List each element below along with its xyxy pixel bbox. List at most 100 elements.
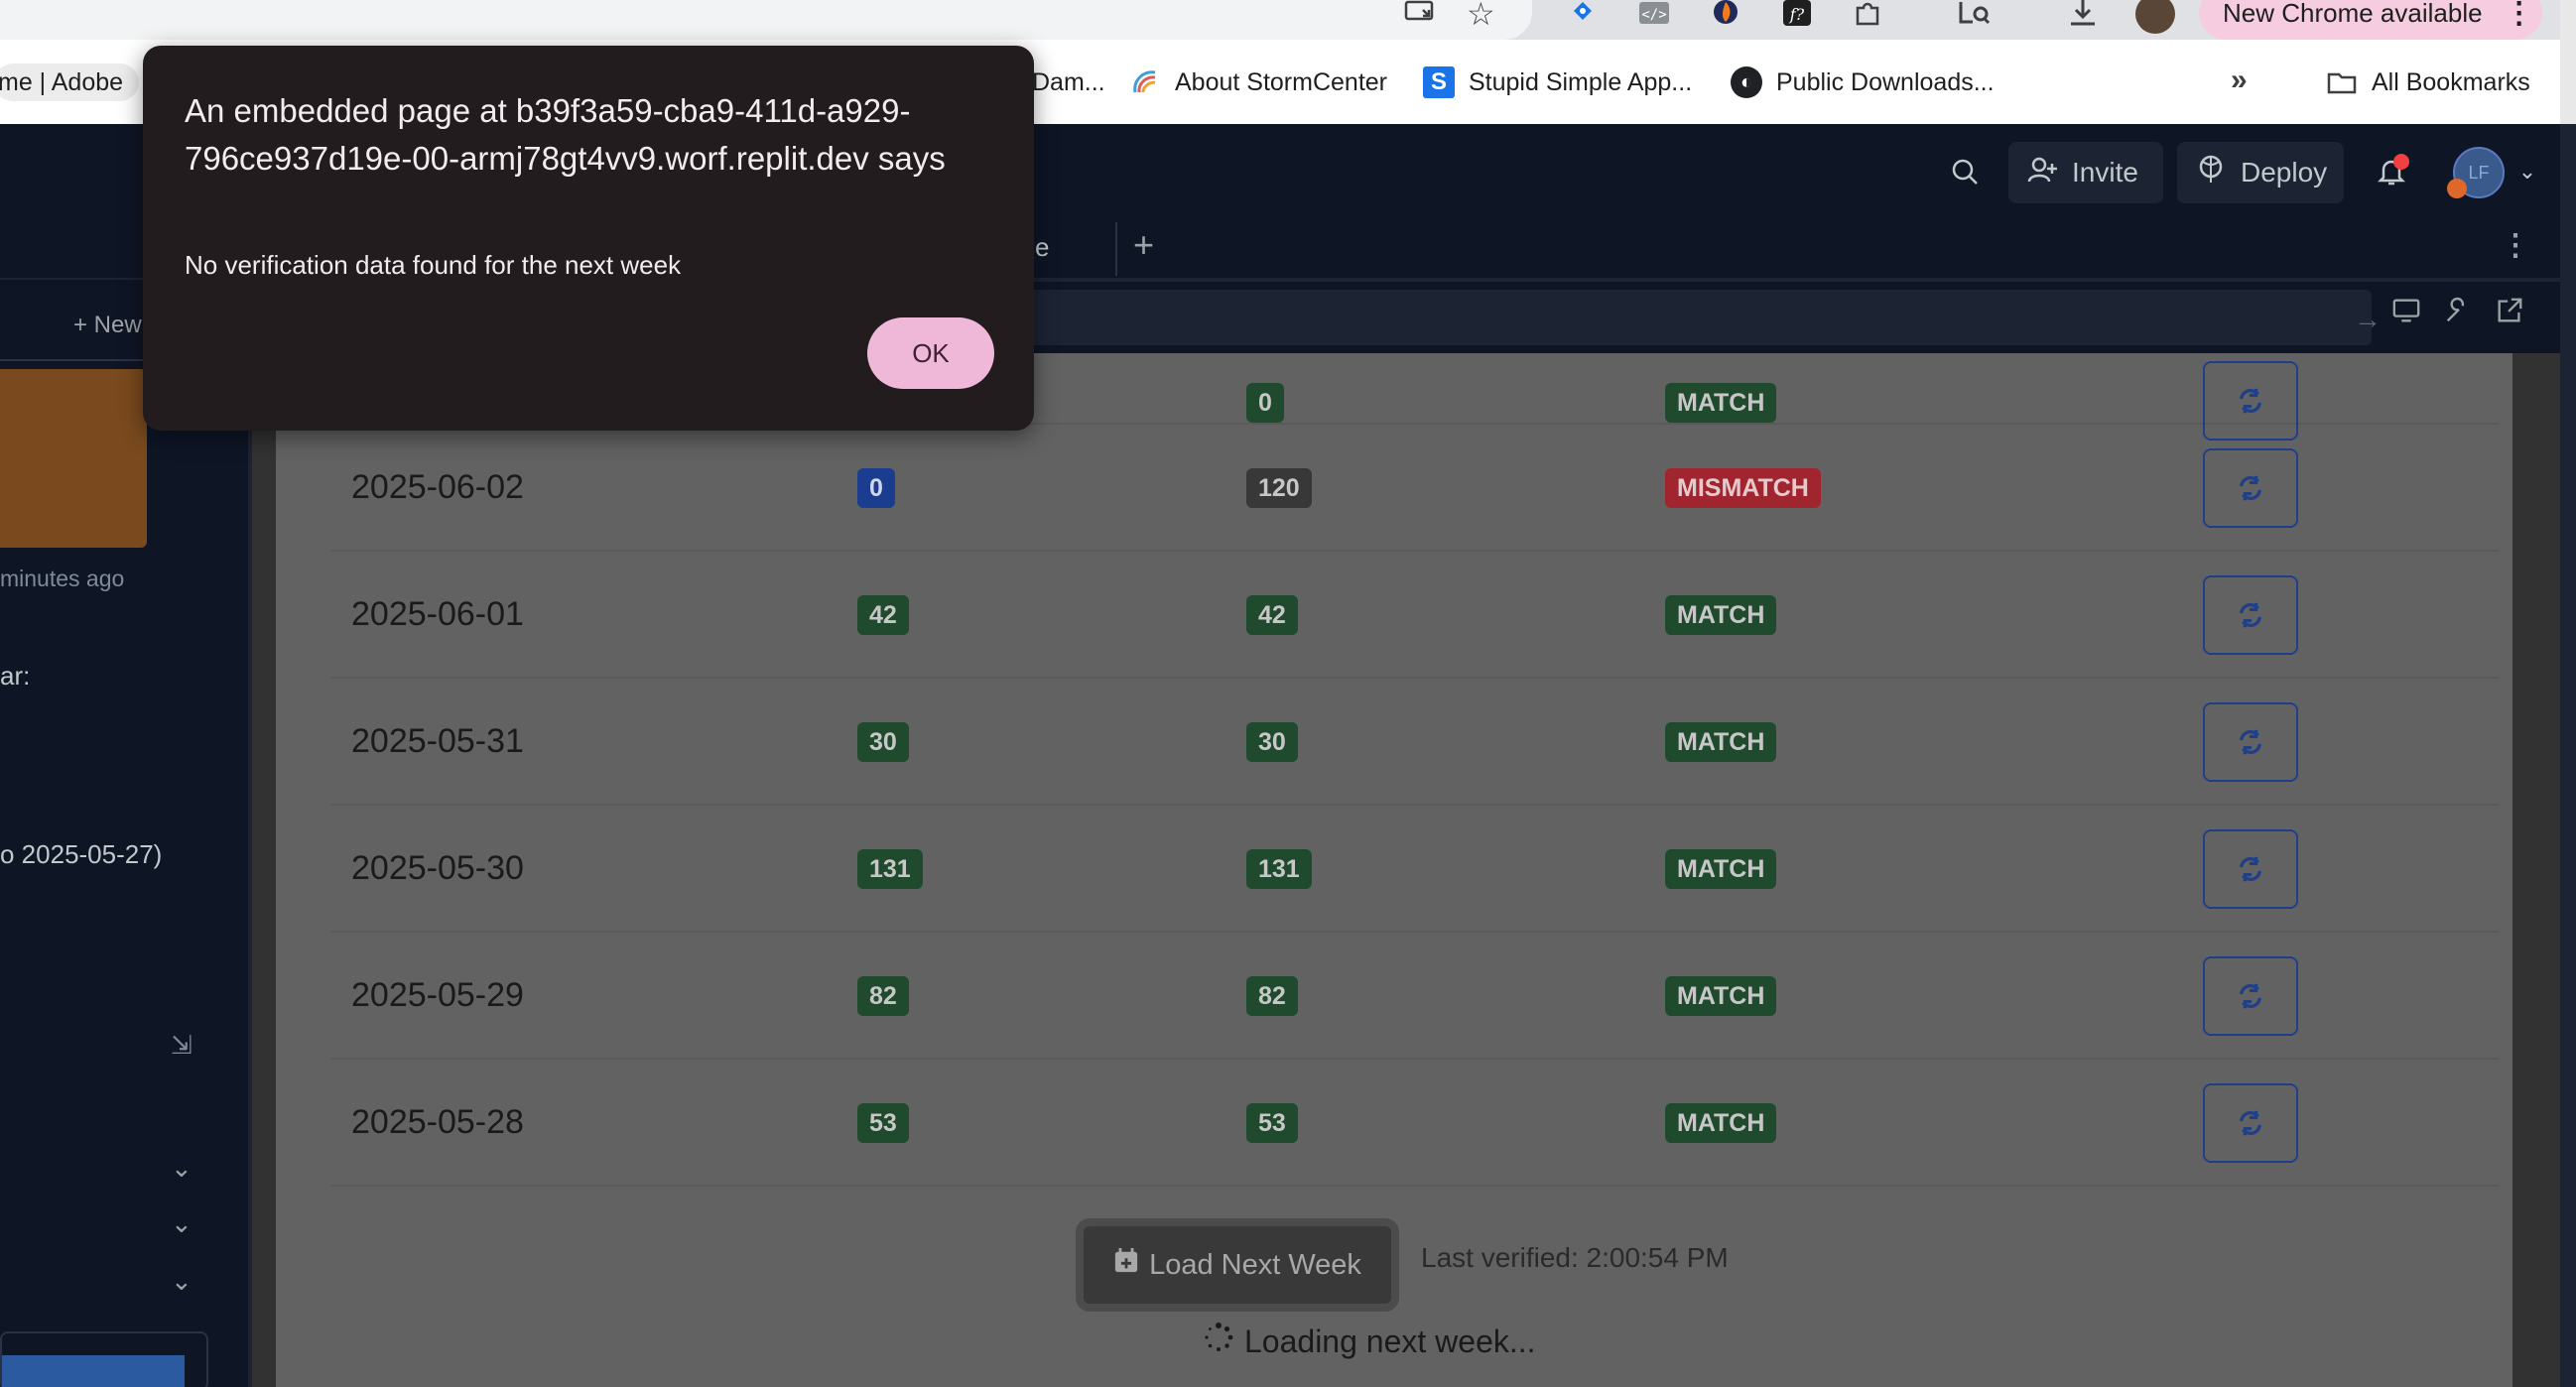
chrome-update-label: New Chrome available — [2223, 0, 2483, 28]
refresh-button[interactable] — [2203, 575, 2298, 655]
profile-avatar[interactable] — [2135, 0, 2175, 34]
verification-page: 0 MATCH 2025-06-02 0 120 MISMATCH 2025-0… — [276, 353, 2512, 1387]
search-icon[interactable] — [1945, 152, 1985, 191]
count-badge-b: 120 — [1246, 468, 1312, 508]
sidebar-text-fragment: o 2025-05-27) — [0, 839, 163, 869]
svg-text:</>: </> — [1641, 7, 1666, 23]
row-date: 2025-06-02 — [351, 468, 524, 506]
status-badge: MATCH — [1665, 722, 1777, 762]
refresh-button[interactable] — [2203, 1083, 2298, 1163]
ok-button[interactable]: OK — [867, 317, 994, 389]
new-chat-button[interactable]: + New — [73, 312, 142, 339]
attachment-preview — [2, 1355, 185, 1387]
load-next-week-button[interactable]: Load Next Week — [1076, 1218, 1399, 1312]
count-badge-a: 30 — [857, 722, 909, 762]
table-row: 2025-05-30 131 131 MATCH — [331, 806, 2499, 933]
refresh-button[interactable] — [2203, 829, 2298, 909]
count-badge-b: 42 — [1246, 595, 1298, 635]
count-badge-b: 53 — [1246, 1103, 1298, 1143]
row-date: 2025-05-29 — [351, 976, 524, 1014]
status-badge: MISMATCH — [1665, 468, 1821, 508]
chrome-menu-icon[interactable]: ⋮ — [2505, 0, 2534, 31]
row-date: 2025-05-31 — [351, 722, 524, 760]
bookmark-label: About StormCenter — [1175, 67, 1387, 96]
deploy-icon — [2195, 154, 2227, 192]
search-tabs-icon[interactable] — [1957, 0, 1991, 28]
invite-button[interactable]: Invite — [2008, 142, 2163, 203]
go-arrow-icon[interactable]: → — [2354, 304, 2382, 335]
count-badge-b: 30 — [1246, 722, 1298, 762]
invite-label: Invite — [2072, 157, 2138, 188]
status-badge: MATCH — [1665, 595, 1777, 635]
bookmark-label: Dam... — [1032, 67, 1105, 96]
download-icon[interactable] — [2066, 0, 2100, 28]
refresh-button[interactable] — [2203, 448, 2298, 528]
count-badge-a: 0 — [857, 468, 895, 508]
count-badge-b: 131 — [1246, 849, 1312, 889]
more-options-icon[interactable]: ⋮ — [2501, 228, 2530, 263]
load-next-week-label: Load Next Week — [1149, 1248, 1361, 1281]
s-logo-icon: S — [1423, 66, 1455, 98]
bookmark-stormcenter[interactable]: About StormCenter — [1129, 63, 1387, 101]
bookmark-label: me | Adobe — [0, 67, 124, 96]
status-badge: MATCH — [1665, 849, 1777, 889]
count-badge-a: 82 — [857, 976, 909, 1016]
dialog-title: An embedded page at b39f3a59-cba9-411d-a… — [185, 92, 946, 177]
count-badge-b: 0 — [1246, 383, 1284, 423]
new-tab-icon[interactable]: + — [1133, 224, 1154, 266]
dialog-message: No verification data found for the next … — [185, 250, 682, 280]
bookmark-dam[interactable]: Dam... — [1032, 63, 1105, 101]
deploy-button[interactable]: Deploy — [2177, 142, 2344, 203]
bookmarks-overflow-icon[interactable]: » — [2231, 63, 2247, 97]
folder-icon — [2326, 66, 2358, 98]
loading-indicator: Loading next week... — [1203, 1322, 1536, 1361]
bookmark-label: Public Downloads... — [1776, 67, 1995, 96]
last-verified-text: Last verified: 2:00:54 PM — [1421, 1242, 1729, 1273]
refresh-icon — [2239, 729, 2262, 755]
chevron-down-icon[interactable]: ⌄ — [171, 1153, 193, 1184]
chevron-down-icon[interactable]: ⌄ — [171, 1266, 193, 1297]
extension-flame-icon[interactable] — [1709, 0, 1742, 28]
refresh-button[interactable] — [2203, 702, 2298, 782]
refresh-button[interactable] — [2203, 956, 2298, 1036]
chevron-down-icon[interactable]: ⌄ — [171, 1208, 193, 1239]
extension-code-icon[interactable]: </> — [1637, 0, 1671, 28]
svg-text:f?: f? — [1789, 5, 1805, 24]
bookmark-public-downloads[interactable]: ◐ Public Downloads... — [1731, 63, 1995, 101]
avatar-badge — [2447, 179, 2467, 198]
count-badge-a: 53 — [857, 1103, 909, 1143]
chrome-update-button[interactable]: New Chrome available ⋮ — [2199, 0, 2542, 40]
bookmark-label: Stupid Simple App... — [1469, 67, 1693, 96]
address-bar[interactable] — [0, 0, 1532, 40]
chevron-down-icon[interactable]: ⌄ — [2512, 152, 2542, 191]
bookmark-stupid-simple[interactable]: S Stupid Simple App... — [1423, 63, 1692, 101]
bookmark-adobe[interactable]: me | Adobe — [0, 63, 140, 101]
all-bookmarks-button[interactable]: All Bookmarks — [2326, 63, 2530, 101]
table-row: 2025-05-28 53 53 MATCH — [331, 1060, 2499, 1187]
attachment-card[interactable] — [0, 1331, 208, 1387]
status-badge: MATCH — [1665, 976, 1777, 1016]
count-badge-a: 131 — [857, 849, 923, 889]
expand-icon[interactable]: ⇲ — [171, 1030, 193, 1061]
left-sidebar: + New minutes ago ar: o 2025-05-27) ⇲ ⌄ … — [0, 280, 244, 1387]
device-preview-icon[interactable] — [2391, 296, 2421, 333]
preview-thumbnail[interactable] — [0, 369, 147, 548]
refresh-icon — [2239, 983, 2262, 1009]
globe-icon: ◐ — [1731, 66, 1762, 98]
loading-text: Loading next week... — [1244, 1323, 1536, 1359]
extension-location-icon[interactable] — [1566, 0, 1600, 28]
panel-resize-gutter[interactable] — [244, 280, 248, 1387]
refresh-icon — [2239, 475, 2262, 501]
row-date: 2025-05-30 — [351, 849, 524, 887]
table-row: 2025-05-31 30 30 MATCH — [331, 679, 2499, 806]
table-row: 2025-06-01 42 42 MATCH — [331, 552, 2499, 679]
tab-divider — [1115, 222, 1117, 276]
stormcenter-swirl-icon — [1129, 66, 1161, 98]
extension-fx-icon[interactable]: f? — [1780, 0, 1814, 28]
install-app-icon[interactable] — [1403, 0, 1437, 28]
bookmark-star-icon[interactable]: ☆ — [1467, 0, 1495, 32]
alert-dialog: An embedded page at b39f3a59-cba9-411d-a… — [143, 46, 1034, 431]
devtools-wrench-icon[interactable] — [2443, 296, 2473, 333]
open-new-tab-icon[interactable] — [2495, 296, 2524, 333]
extensions-puzzle-icon[interactable] — [1852, 0, 1885, 28]
